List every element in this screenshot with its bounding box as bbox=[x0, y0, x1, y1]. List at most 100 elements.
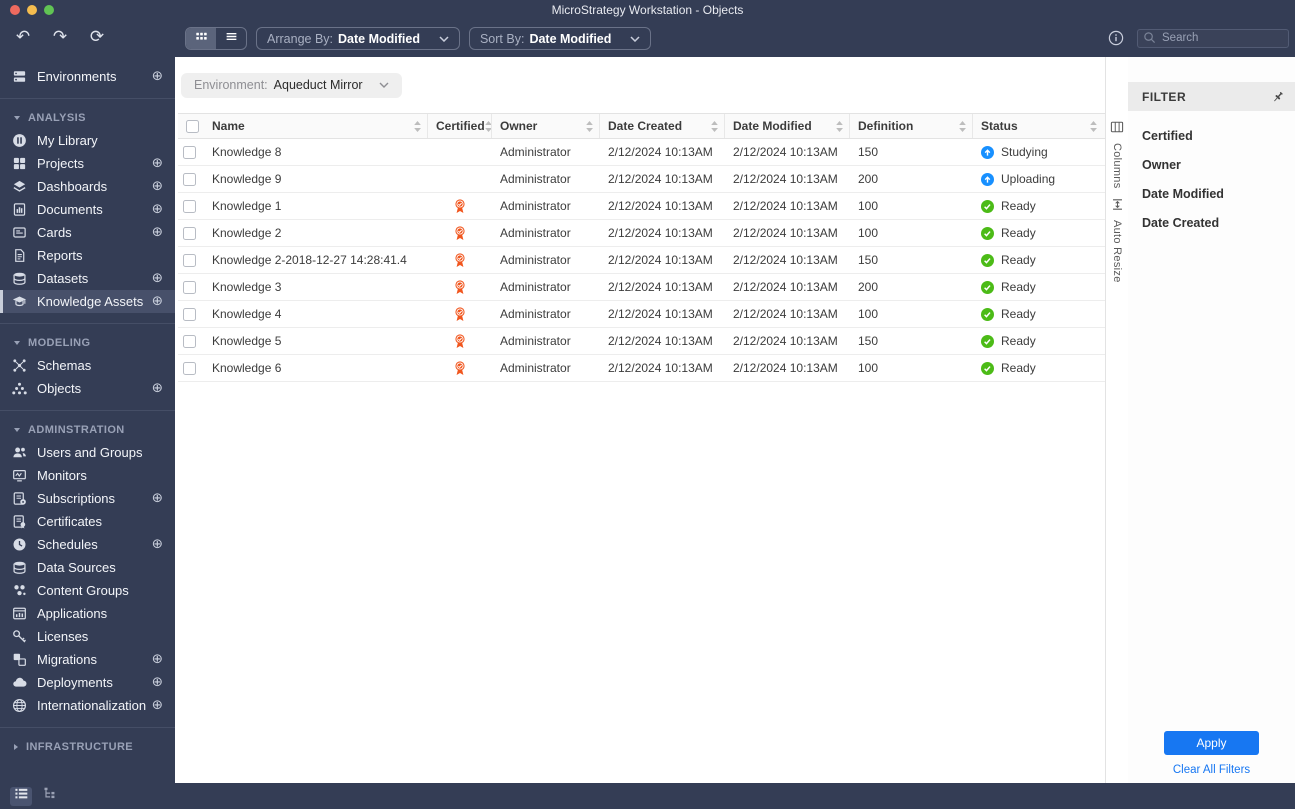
column-header-date-created[interactable]: Date Created bbox=[600, 114, 725, 138]
row-checkbox[interactable] bbox=[183, 172, 196, 186]
add-circle-icon[interactable]: ⊕ bbox=[152, 491, 163, 505]
row-checkbox[interactable] bbox=[183, 280, 196, 294]
sort-arrows-icon[interactable] bbox=[414, 120, 421, 132]
back-icon[interactable]: ↶ bbox=[12, 25, 34, 49]
row-checkbox[interactable] bbox=[183, 199, 196, 213]
sidebar-item-internationalization[interactable]: Internationalization ⊕ bbox=[0, 694, 175, 717]
sidebar-item-reports[interactable]: Reports bbox=[0, 244, 175, 267]
cell-status: Ready bbox=[973, 355, 1103, 381]
column-header-definition[interactable]: Definition bbox=[850, 114, 973, 138]
row-checkbox[interactable] bbox=[183, 145, 196, 159]
sidebar-item-schemas[interactable]: Schemas bbox=[0, 354, 175, 377]
sidebar-item-cards[interactable]: Cards ⊕ bbox=[0, 221, 175, 244]
sidebar-item-subscriptions[interactable]: Subscriptions ⊕ bbox=[0, 487, 175, 510]
column-header-name[interactable]: Name bbox=[204, 114, 428, 138]
minimize-window-button[interactable] bbox=[27, 5, 37, 15]
add-circle-icon[interactable]: ⊕ bbox=[152, 271, 163, 285]
table-row[interactable]: Knowledge 3 Administrator 2/12/2024 10:13A… bbox=[178, 274, 1105, 301]
sidebar-item-certificates[interactable]: Certificates bbox=[0, 510, 175, 533]
grid-view-button[interactable] bbox=[186, 28, 216, 49]
select-all-checkbox[interactable] bbox=[186, 119, 199, 133]
info-icon[interactable] bbox=[1108, 30, 1124, 46]
columns-icon[interactable] bbox=[1110, 120, 1124, 134]
search-input[interactable] bbox=[1137, 28, 1289, 48]
add-circle-icon[interactable]: ⊕ bbox=[152, 698, 163, 712]
sidebar-item-users-and-groups[interactable]: Users and Groups bbox=[0, 441, 175, 464]
add-circle-icon[interactable]: ⊕ bbox=[152, 202, 163, 216]
sidebar-item-environments[interactable]: Environments ⊕ bbox=[0, 65, 175, 88]
auto-resize-tool-label[interactable]: Auto Resize bbox=[1111, 220, 1123, 283]
add-circle-icon[interactable]: ⊕ bbox=[152, 537, 163, 551]
sort-arrows-icon[interactable] bbox=[484, 120, 491, 132]
add-circle-icon[interactable]: ⊕ bbox=[152, 652, 163, 666]
filter-item-owner[interactable]: Owner bbox=[1128, 150, 1295, 179]
sort-arrows-icon[interactable] bbox=[1090, 120, 1097, 132]
sidebar-item-deployments[interactable]: Deployments ⊕ bbox=[0, 671, 175, 694]
add-circle-icon[interactable]: ⊕ bbox=[152, 156, 163, 170]
clear-all-filters-link[interactable]: Clear All Filters bbox=[1173, 764, 1250, 777]
add-circle-icon[interactable]: ⊕ bbox=[152, 675, 163, 689]
table-row[interactable]: Knowledge 9 Administrator 2/12/2024 10:13A… bbox=[178, 166, 1105, 193]
sidebar-section-modeling[interactable]: MODELING bbox=[0, 332, 175, 354]
sort-by-dropdown[interactable]: Sort By: Date Modified bbox=[468, 27, 652, 50]
column-header-owner[interactable]: Owner bbox=[492, 114, 600, 138]
add-circle-icon[interactable]: ⊕ bbox=[152, 225, 163, 239]
sidebar-section-adminstration[interactable]: ADMINSTRATION bbox=[0, 419, 175, 441]
apply-button[interactable]: Apply bbox=[1164, 731, 1259, 755]
column-header-certified[interactable]: Certified bbox=[428, 114, 492, 138]
flat-list-view-button[interactable] bbox=[10, 786, 32, 806]
row-checkbox[interactable] bbox=[183, 307, 196, 321]
sidebar-item-documents[interactable]: Documents ⊕ bbox=[0, 198, 175, 221]
add-circle-icon[interactable]: ⊕ bbox=[152, 294, 163, 308]
pin-icon[interactable] bbox=[1271, 90, 1285, 104]
row-checkbox[interactable] bbox=[183, 334, 196, 348]
sidebar-item-data-sources[interactable]: Data Sources bbox=[0, 556, 175, 579]
column-header-status[interactable]: Status bbox=[973, 114, 1103, 138]
sort-arrows-icon[interactable] bbox=[959, 120, 966, 132]
sidebar-item-applications[interactable]: Applications bbox=[0, 602, 175, 625]
list-view-button[interactable] bbox=[216, 28, 246, 49]
sidebar-item-dashboards[interactable]: Dashboards ⊕ bbox=[0, 175, 175, 198]
filter-item-date-created[interactable]: Date Created bbox=[1128, 208, 1295, 237]
table-row[interactable]: Knowledge 6 Administrator 2/12/2024 10:13A… bbox=[178, 355, 1105, 382]
column-header-date-modified[interactable]: Date Modified bbox=[725, 114, 850, 138]
filter-item-certified[interactable]: Certified bbox=[1128, 121, 1295, 150]
sidebar-item-my-library[interactable]: My Library bbox=[0, 129, 175, 152]
sidebar-item-migrations[interactable]: Migrations ⊕ bbox=[0, 648, 175, 671]
table-row[interactable]: Knowledge 2-2018-12-27 14:28:41.4 Adminis… bbox=[178, 247, 1105, 274]
sidebar-item-licenses[interactable]: Licenses bbox=[0, 625, 175, 648]
row-checkbox[interactable] bbox=[183, 253, 196, 267]
sidebar-item-knowledge-assets[interactable]: Knowledge Assets ⊕ bbox=[0, 290, 175, 313]
close-window-button[interactable] bbox=[10, 5, 20, 15]
auto-resize-icon[interactable] bbox=[1111, 198, 1124, 211]
add-circle-icon[interactable]: ⊕ bbox=[152, 381, 163, 395]
table-row[interactable]: Knowledge 8 Administrator 2/12/2024 10:13A… bbox=[178, 139, 1105, 166]
sidebar-section-analysis[interactable]: ANALYSIS bbox=[0, 107, 175, 129]
zoom-window-button[interactable] bbox=[44, 5, 54, 15]
columns-tool-label[interactable]: Columns bbox=[1111, 143, 1123, 189]
table-row[interactable]: Knowledge 1 Administrator 2/12/2024 10:13A… bbox=[178, 193, 1105, 220]
tree-view-button[interactable] bbox=[39, 787, 61, 806]
add-circle-icon[interactable]: ⊕ bbox=[152, 69, 163, 83]
table-row[interactable]: Knowledge 2 Administrator 2/12/2024 10:13A… bbox=[178, 220, 1105, 247]
sidebar-item-datasets[interactable]: Datasets ⊕ bbox=[0, 267, 175, 290]
sidebar-item-content-groups[interactable]: Content Groups bbox=[0, 579, 175, 602]
sort-arrows-icon[interactable] bbox=[586, 120, 593, 132]
refresh-icon[interactable]: ⟳ bbox=[86, 25, 108, 49]
table-row[interactable]: Knowledge 4 Administrator 2/12/2024 10:13A… bbox=[178, 301, 1105, 328]
environment-dropdown[interactable]: Environment: Aqueduct Mirror bbox=[181, 72, 402, 98]
row-checkbox[interactable] bbox=[183, 361, 196, 375]
row-checkbox[interactable] bbox=[183, 226, 196, 240]
forward-icon[interactable]: ↷ bbox=[49, 25, 71, 49]
sidebar-item-schedules[interactable]: Schedules ⊕ bbox=[0, 533, 175, 556]
arrange-by-dropdown[interactable]: Arrange By: Date Modified bbox=[256, 27, 460, 50]
sidebar-item-monitors[interactable]: Monitors bbox=[0, 464, 175, 487]
sidebar-item-objects[interactable]: Objects ⊕ bbox=[0, 377, 175, 400]
sidebar-section-infrastructure[interactable]: INFRASTRUCTURE bbox=[0, 736, 175, 758]
sidebar-item-projects[interactable]: Projects ⊕ bbox=[0, 152, 175, 175]
add-circle-icon[interactable]: ⊕ bbox=[152, 179, 163, 193]
sort-arrows-icon[interactable] bbox=[836, 120, 843, 132]
table-row[interactable]: Knowledge 5 Administrator 2/12/2024 10:13A… bbox=[178, 328, 1105, 355]
sort-arrows-icon[interactable] bbox=[711, 120, 718, 132]
filter-item-date-modified[interactable]: Date Modified bbox=[1128, 179, 1295, 208]
